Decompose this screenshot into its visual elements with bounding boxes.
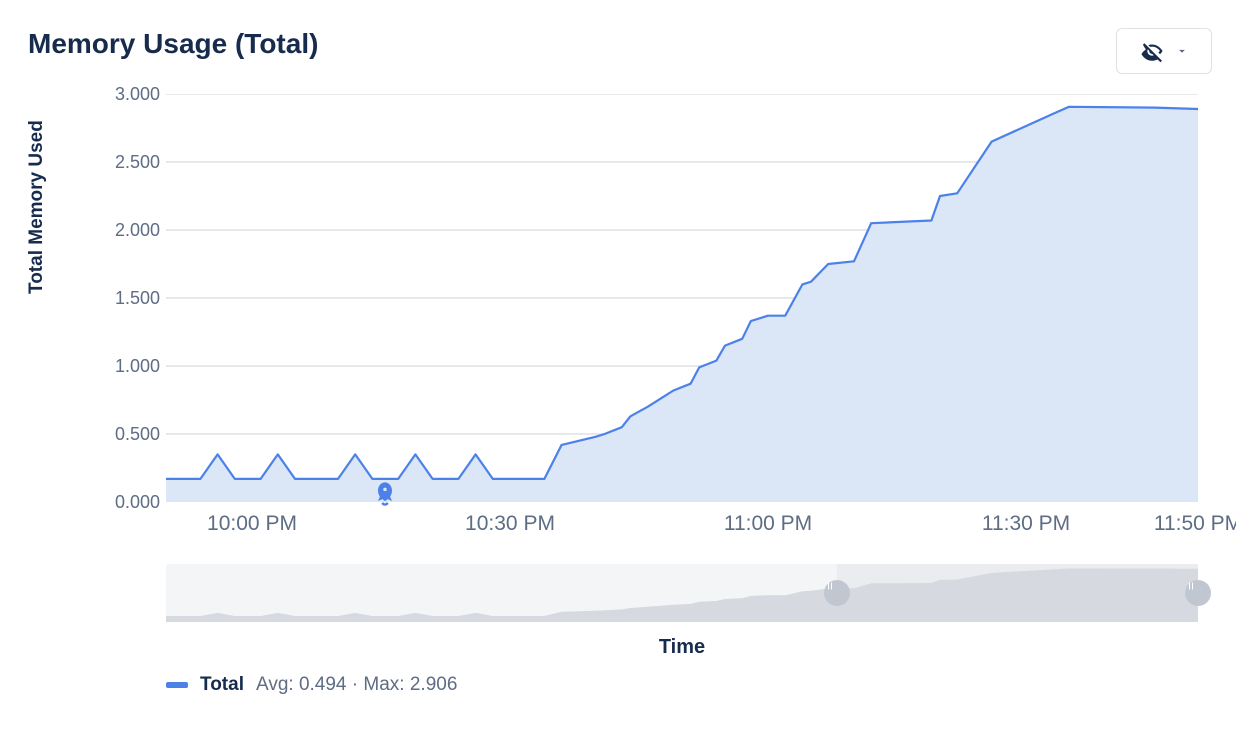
range-minimap[interactable] xyxy=(166,564,1198,622)
range-handle-right[interactable] xyxy=(1185,580,1211,606)
chevron-down-icon xyxy=(1175,44,1189,58)
legend-series-name: Total xyxy=(200,674,244,696)
chart-settings-button[interactable] xyxy=(1116,28,1212,74)
chart-canvas[interactable] xyxy=(166,94,1198,502)
x-axis-label: Time xyxy=(166,636,1198,659)
chart-title: Memory Usage (Total) xyxy=(28,28,1208,60)
legend: Total Avg: 0.494 · Max: 2.906 xyxy=(166,674,457,696)
legend-swatch xyxy=(166,682,188,688)
y-axis-label: Total Memory Used xyxy=(26,120,48,294)
legend-stats: Avg: 0.494 · Max: 2.906 xyxy=(256,674,457,696)
y-tick-labels: 0.0000.5001.0001.5002.0002.5003.000 xyxy=(84,84,160,504)
visibility-off-icon xyxy=(1139,38,1165,64)
range-handle-left[interactable] xyxy=(824,580,850,606)
chart-panel: Memory Usage (Total) Total Memory Used 0… xyxy=(0,0,1236,742)
rocket-icon xyxy=(371,480,399,513)
